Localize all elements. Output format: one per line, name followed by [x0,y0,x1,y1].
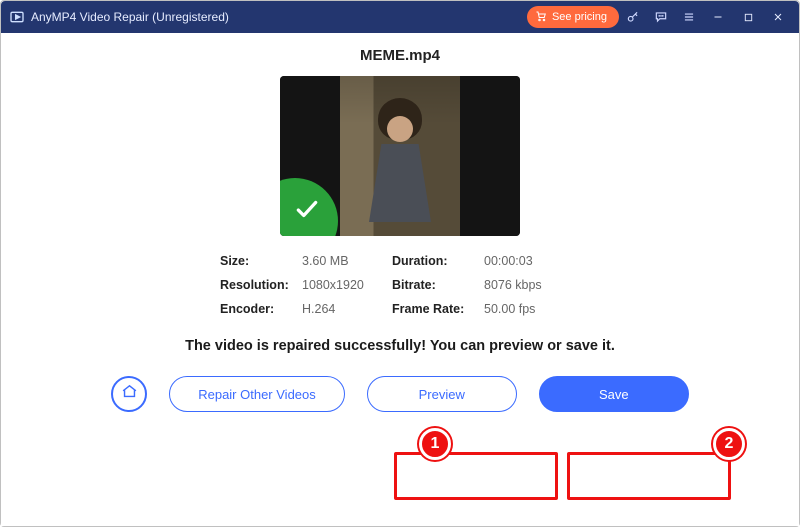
thumbnail-person-silhouette [365,116,435,236]
app-logo-icon [9,9,25,25]
menu-icon[interactable] [675,1,703,33]
info-resolution-label: Resolution: [220,278,302,292]
thumbnail-frame [340,76,460,236]
annotation-box-2 [567,452,731,500]
cart-icon [535,10,547,25]
checkmark-icon [294,196,320,227]
info-duration-value: 00:00:03 [484,254,580,268]
annotation-box-1 [394,452,558,500]
annotation-badge-1: 1 [419,428,451,460]
window-title: AnyMP4 Video Repair (Unregistered) [31,10,229,24]
repair-other-videos-button[interactable]: Repair Other Videos [169,376,345,412]
home-button[interactable] [111,376,147,412]
feedback-icon[interactable] [647,1,675,33]
file-name: MEME.mp4 [1,47,799,64]
info-size-value: 3.60 MB [302,254,392,268]
info-framerate-value: 50.00 fps [484,302,580,316]
info-bitrate-value: 8076 kbps [484,278,580,292]
content-area: MEME.mp4 [1,33,799,526]
minimize-button[interactable] [703,1,733,33]
info-framerate-label: Frame Rate: [392,302,484,316]
preview-button[interactable]: Preview [367,376,517,412]
info-size-label: Size: [220,254,302,268]
save-label: Save [599,387,629,402]
annotation-badge-2: 2 [713,428,745,460]
info-encoder-value: H.264 [302,302,392,316]
app-window: AnyMP4 Video Repair (Unregistered) See p… [0,0,800,527]
home-icon [121,383,138,405]
preview-label: Preview [419,387,465,402]
video-thumbnail [280,76,520,236]
video-info-grid: Size: 3.60 MB Duration: 00:00:03 Resolut… [220,254,580,316]
thumbnail-letterbox-right [460,76,520,236]
info-bitrate-label: Bitrate: [392,278,484,292]
repair-other-label: Repair Other Videos [198,387,316,402]
info-duration-label: Duration: [392,254,484,268]
close-button[interactable] [763,1,793,33]
see-pricing-button[interactable]: See pricing [527,6,619,28]
info-encoder-label: Encoder: [220,302,302,316]
save-button[interactable]: Save [539,376,689,412]
button-row: Repair Other Videos Preview Save [1,376,799,412]
maximize-button[interactable] [733,1,763,33]
key-icon[interactable] [619,1,647,33]
status-message: The video is repaired successfully! You … [1,338,799,354]
titlebar: AnyMP4 Video Repair (Unregistered) See p… [1,1,799,33]
see-pricing-label: See pricing [552,11,607,23]
info-resolution-value: 1080x1920 [302,278,392,292]
